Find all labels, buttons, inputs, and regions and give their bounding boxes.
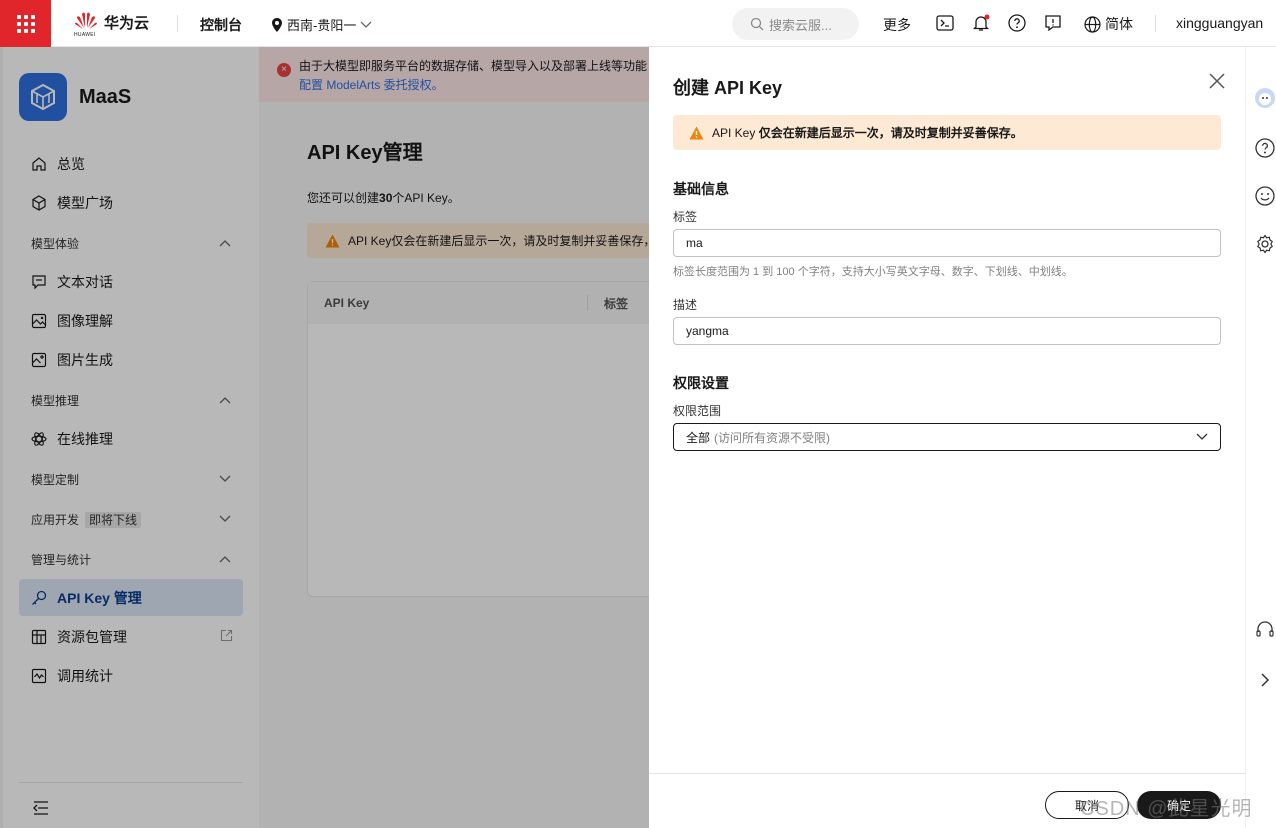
feedback-icon[interactable]: [1044, 14, 1062, 32]
section-title-basic: 基础信息: [673, 181, 729, 197]
help-icon[interactable]: [1008, 14, 1026, 32]
headset-support-icon[interactable]: [1254, 619, 1276, 641]
scope-selected: 全部 (访问所有资源不受限): [686, 429, 830, 446]
huawei-flower-icon: HUAWEI: [74, 10, 98, 38]
warning-text: API Key 仅会在新建后显示一次，请及时复制并妥善保存。: [712, 124, 1023, 141]
notification-bell-icon[interactable]: [972, 14, 990, 32]
tag-hint: 标签长度范围为 1 到 100 个字符，支持大小写英文字母、数字、下划线、中划线…: [673, 266, 1073, 278]
drawer-title: 创建 API Key: [673, 78, 783, 98]
right-tool-rail: [1245, 47, 1276, 828]
console-link[interactable]: 控制台: [200, 15, 242, 35]
brand-name: 华为云: [104, 14, 150, 32]
help-icon[interactable]: [1254, 137, 1276, 159]
cloud-shell-icon[interactable]: [936, 14, 954, 32]
globe-icon: [1084, 15, 1101, 33]
scope-select[interactable]: 全部 (访问所有资源不受限): [673, 423, 1221, 451]
huawei-cloud-logo[interactable]: HUAWEI 华为云: [74, 10, 150, 38]
warning-prefix: API Key: [712, 126, 756, 140]
location-pin-icon: [272, 17, 282, 32]
divider: [1155, 15, 1156, 32]
description-input[interactable]: yangma: [673, 317, 1221, 345]
smile-feedback-icon[interactable]: [1254, 185, 1276, 207]
tag-label: 标签: [673, 210, 698, 224]
description-value: yangma: [686, 324, 729, 338]
chevron-right-icon[interactable]: [1254, 669, 1276, 691]
section-title-permission: 权限设置: [673, 375, 729, 391]
search-placeholder: 搜索云服...: [769, 17, 832, 33]
warning-emphasis: 仅会在新建后显示一次，请及时复制并妥善保存。: [758, 126, 1023, 140]
service-list-button[interactable]: [0, 0, 51, 47]
watermark: CSDN @此星光明: [1080, 798, 1253, 820]
more-menu[interactable]: 更多: [883, 15, 911, 35]
user-menu[interactable]: xingguangyan: [1176, 15, 1263, 31]
chevron-down-icon: [360, 21, 372, 28]
scope-label: 权限范围: [673, 404, 722, 418]
tag-value: ma: [686, 236, 703, 250]
modal-overlay[interactable]: [0, 47, 649, 828]
gear-icon[interactable]: [1254, 233, 1276, 255]
drawer-warning: API Key 仅会在新建后显示一次，请及时复制并妥善保存。: [673, 115, 1221, 150]
divider: [177, 15, 178, 32]
assistant-avatar-icon[interactable]: [1254, 87, 1276, 109]
grid-icon: [16, 14, 35, 33]
top-bar: HUAWEI 华为云 控制台 西南-贵阳一 搜索云服... 更多 简体 xing…: [0, 0, 1276, 47]
language-switch[interactable]: 简体: [1084, 14, 1133, 34]
warning-icon: [689, 126, 704, 139]
global-search-input[interactable]: 搜索云服...: [732, 8, 859, 40]
description-label: 描述: [673, 298, 698, 312]
close-icon[interactable]: [1207, 71, 1227, 91]
region-label: 西南-贵阳一: [287, 18, 357, 33]
language-label: 简体: [1105, 16, 1133, 32]
huawei-wordmark: HUAWEI: [74, 32, 96, 38]
chevron-down-icon: [1196, 433, 1208, 440]
search-icon: [750, 17, 764, 31]
tag-input[interactable]: ma: [673, 229, 1221, 257]
region-selector[interactable]: 西南-贵阳一: [271, 15, 372, 34]
scope-description: (访问所有资源不受限): [714, 430, 831, 445]
create-api-key-drawer: 创建 API Key API Key 仅会在新建后显示一次，请及时复制并妥善保存…: [649, 47, 1245, 828]
scope-value: 全部: [686, 430, 711, 445]
